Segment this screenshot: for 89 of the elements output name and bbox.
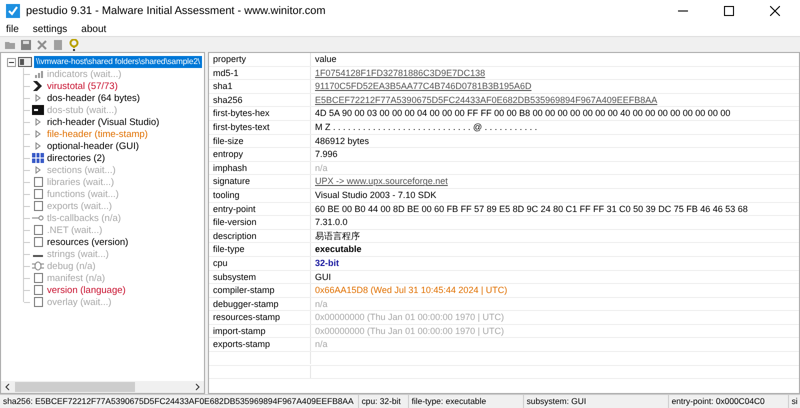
table-cell: imphash xyxy=(209,162,311,174)
status-field: entry-point: 0x000C04C0 xyxy=(668,395,789,408)
table-cell: first-bytes-hex xyxy=(209,107,311,120)
tree-item[interactable]: dos-header (64 bytes) xyxy=(47,92,140,104)
menu-item[interactable]: about xyxy=(81,24,106,34)
scrollbar-thumb[interactable] xyxy=(15,382,135,392)
table-cell: import-stamp xyxy=(209,324,311,338)
table-cell-text: M Z . . . . . . . . . . . . . . . . . . . . . . . . . . . . @ . . . . . . . . . . . xyxy=(314,120,538,134)
tree-item[interactable]: file-header (time-stamp) xyxy=(47,128,148,140)
status-field: cpu: 32-bit xyxy=(358,395,409,408)
table-cell-text: 60 BE 00 B0 44 00 8D BE 00 60 FB FF 57 89 E5 8D 9C 24 80 C1 FF FF 31 C0 50 39 DC 75 FB 46 46 53 68 xyxy=(314,202,748,216)
menu-item[interactable]: settings xyxy=(32,24,68,34)
status-field: si xyxy=(788,395,800,408)
tree-item[interactable]: optional-header (GUI) xyxy=(47,140,139,152)
tree-item[interactable]: resources (version) xyxy=(47,236,128,248)
tree-item[interactable]: directories (2) xyxy=(47,152,106,164)
table-cell-text: 32-bit xyxy=(314,256,340,270)
arrow-icon xyxy=(32,81,44,91)
table-cell: subsystem xyxy=(209,270,311,284)
table-cell[interactable]: E5BCEF72212F77A5390675D5FC24433AF0E682DB535969894F967A409EEFB8AA xyxy=(311,94,658,106)
table-cell-text: 486912 bytes xyxy=(314,134,370,148)
table-cell-text: executable xyxy=(314,243,362,256)
table-cell-text: 7.996 xyxy=(314,148,338,161)
bug-icon xyxy=(32,261,44,271)
table-cell: file-size xyxy=(209,134,311,148)
table-cell-text: 易语言程序 xyxy=(314,230,360,242)
save-icon[interactable] xyxy=(20,38,32,50)
table-cell: tooling xyxy=(209,188,311,202)
table-cell: first-bytes-text xyxy=(209,120,311,134)
help-icon[interactable] xyxy=(68,38,80,50)
table-cell: description xyxy=(209,230,311,242)
table-cell-text: n/a xyxy=(314,298,328,310)
key-icon xyxy=(32,213,44,223)
document-icon xyxy=(32,189,44,199)
clipboard-icon[interactable] xyxy=(52,38,64,50)
collapse-icon[interactable] xyxy=(7,58,16,66)
document-icon xyxy=(32,297,44,307)
tree-item[interactable]: rich-header (Visual Studio) xyxy=(47,116,160,128)
table-cell: resources-stamp xyxy=(209,311,311,324)
document-icon xyxy=(32,285,44,295)
document-icon xyxy=(32,177,44,187)
document-icon xyxy=(32,237,44,247)
table-cell: sha1 xyxy=(209,80,311,93)
document-icon xyxy=(32,201,44,211)
table-cell-text: 4D 5A 90 00 03 00 00 00 04 00 00 00 FF FF 00 00 B8 00 00 00 00 00 00 00 40 00 00 00 00 00 00 00 00 xyxy=(314,107,730,120)
tree-item[interactable]: version (language) xyxy=(47,284,126,296)
status-field: file-type: executable xyxy=(408,395,524,408)
scroll-right-icon[interactable] xyxy=(193,383,201,391)
scroll-left-icon[interactable] xyxy=(4,383,12,391)
table-cell: sha256 xyxy=(209,94,311,106)
table-cell-text: 0x00000000 (Thu Jan 01 00:00:00 1970 | UTC) xyxy=(314,311,504,324)
table-cell: file-type xyxy=(209,243,311,256)
table-cell[interactable]: 91170C5FD52EA3B5AA77C4B746D0781B3B195A6D xyxy=(311,80,532,93)
tree-item[interactable]: virustotal (57/73) xyxy=(47,80,118,92)
table-cell[interactable]: UPX -> www.upx.sourceforge.net xyxy=(311,175,448,188)
document-icon xyxy=(32,225,44,235)
table-cell: file-version xyxy=(209,216,311,229)
table-cell-text: n/a xyxy=(314,162,328,174)
table-cell[interactable]: 1F0754128F1FD32781886C3D9E7DC138 xyxy=(311,66,486,80)
delete-icon[interactable] xyxy=(36,38,48,50)
table-cell-text: GUI xyxy=(314,270,332,284)
document-icon xyxy=(32,273,44,283)
table-cell: debugger-stamp xyxy=(209,298,311,310)
table-cell-text: n/a xyxy=(314,338,328,352)
column-header[interactable]: value xyxy=(311,53,337,66)
table-cell: entropy xyxy=(209,148,311,161)
status-field: sha256: E5BCEF72212F77A5390675D5FC24433AF0E682DB535969894F967A409EEFB8AA xyxy=(0,395,359,408)
table-cell: entry-point xyxy=(209,202,311,216)
window-title: pestudio 9.31 - Malware Initial Assessment - www.winitor.com xyxy=(26,5,326,17)
table-cell: compiler-stamp xyxy=(209,284,311,297)
table-cell: md5-1 xyxy=(209,66,311,80)
bar-chart-icon xyxy=(32,69,44,79)
menu-item[interactable]: file xyxy=(6,24,19,34)
tree-item[interactable]: \\vmware-host\shared folders\shared\sample2\ xyxy=(34,56,202,68)
table-cell-text: 0x00000000 (Thu Jan 01 00:00:00 1970 | UTC) xyxy=(314,324,504,338)
table-cell-text: 7.31.0.0 xyxy=(314,216,348,229)
table-cell: cpu xyxy=(209,256,311,270)
console-icon xyxy=(32,105,44,115)
app-icon xyxy=(6,4,20,18)
table-cell-text: Visual Studio 2003 - 7.10 SDK xyxy=(314,188,436,202)
status-field: subsystem: GUI xyxy=(524,395,669,408)
column-header[interactable]: property xyxy=(209,53,311,66)
close-icon[interactable] xyxy=(770,6,780,16)
table-cell: signature xyxy=(209,175,311,188)
grid-icon xyxy=(32,153,44,163)
maximize-icon[interactable] xyxy=(724,6,734,16)
file-icon xyxy=(18,57,32,67)
table-cell-text: 0x66AA15D8 (Wed Jul 31 10:45:44 2024 | UTC) xyxy=(314,284,508,297)
table-cell: exports-stamp xyxy=(209,338,311,352)
